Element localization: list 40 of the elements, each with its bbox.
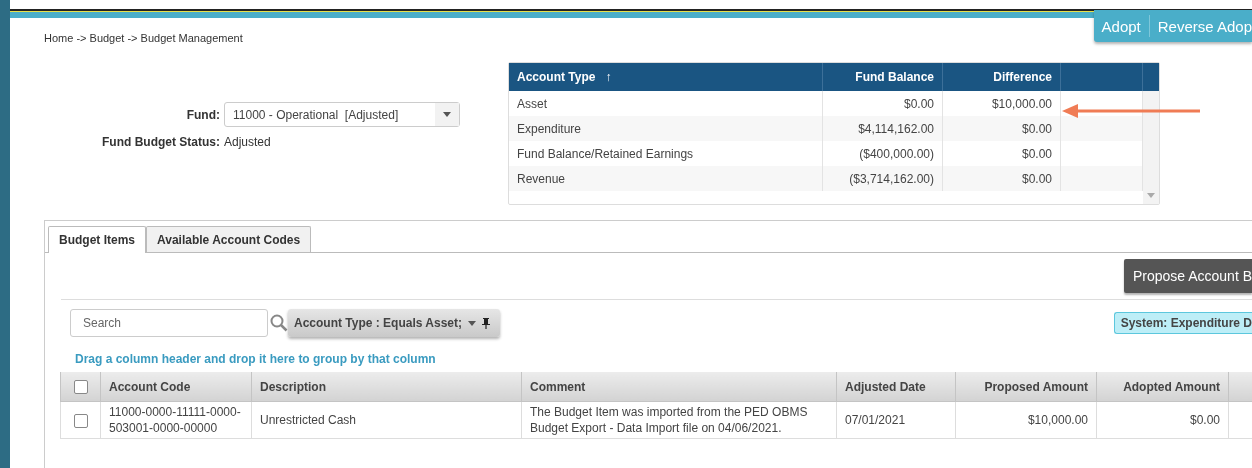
row-checkbox[interactable]: [73, 413, 88, 428]
column-header[interactable]: Fund Balance: [823, 63, 943, 91]
table-cell: ($3,714,162.00): [823, 166, 943, 191]
filter-chip[interactable]: Account Type : Equals Asset;: [288, 309, 501, 337]
column-header[interactable]: Comment: [521, 372, 837, 402]
tab[interactable]: Budget Items: [48, 226, 146, 253]
column-header[interactable]: Adjusted Date: [836, 372, 956, 402]
breadcrumb: Home -> Budget -> Budget Management: [44, 32, 244, 46]
table-cell: $0.00: [1096, 401, 1229, 439]
caret-icon: [468, 320, 477, 326]
table-cell: Unrestricted Cash: [251, 401, 522, 439]
search-icon: [270, 314, 288, 332]
table-cell: $0.00: [943, 166, 1061, 191]
column-header[interactable]: Description: [251, 372, 522, 402]
field-label: Fund:: [185, 107, 221, 122]
select-all-checkbox[interactable]: [73, 379, 88, 394]
search-field[interactable]: Search: [70, 309, 268, 337]
scroll-down-icon: [1147, 193, 1155, 198]
table-cell: $0.00: [943, 116, 1061, 141]
system-tag: System: Expenditure D: [1113, 312, 1252, 334]
pin-icon: [482, 317, 491, 329]
column-header[interactable]: Proposed Amount: [955, 372, 1097, 402]
column-header[interactable]: Difference: [943, 63, 1061, 91]
table-cell: 07/01/2021: [836, 401, 956, 439]
propose-button[interactable]: Propose Account B: [1123, 259, 1252, 293]
group-hint: Drag a column header and drop it here to group by that column: [74, 351, 437, 368]
status-value: Adjusted: [224, 135, 271, 149]
table-cell: Revenue: [509, 166, 823, 191]
column-header[interactable]: Account Type ↑: [509, 63, 823, 91]
table-cell: 11000-0000-11111-0000-503001-0000-00000: [100, 401, 252, 439]
tab[interactable]: Available Account Codes: [146, 226, 312, 252]
table-cell: $4,114,162.00: [823, 116, 943, 141]
fund-dropdown[interactable]: 11000 - Operational [Adjusted]: [224, 102, 460, 127]
field-label: Fund Budget Status:: [101, 135, 221, 149]
caret-icon: [443, 112, 451, 117]
table-cell: The Budget Item was imported from the PED OBMS Budget Export - Data Import file on 04/06/2021.: [521, 401, 837, 439]
column-header[interactable]: Adopted Amount: [1096, 372, 1229, 402]
table-cell: $10,000.00: [955, 401, 1097, 439]
table-cell: Expenditure: [509, 116, 823, 141]
column-header[interactable]: Account Code: [100, 372, 252, 402]
